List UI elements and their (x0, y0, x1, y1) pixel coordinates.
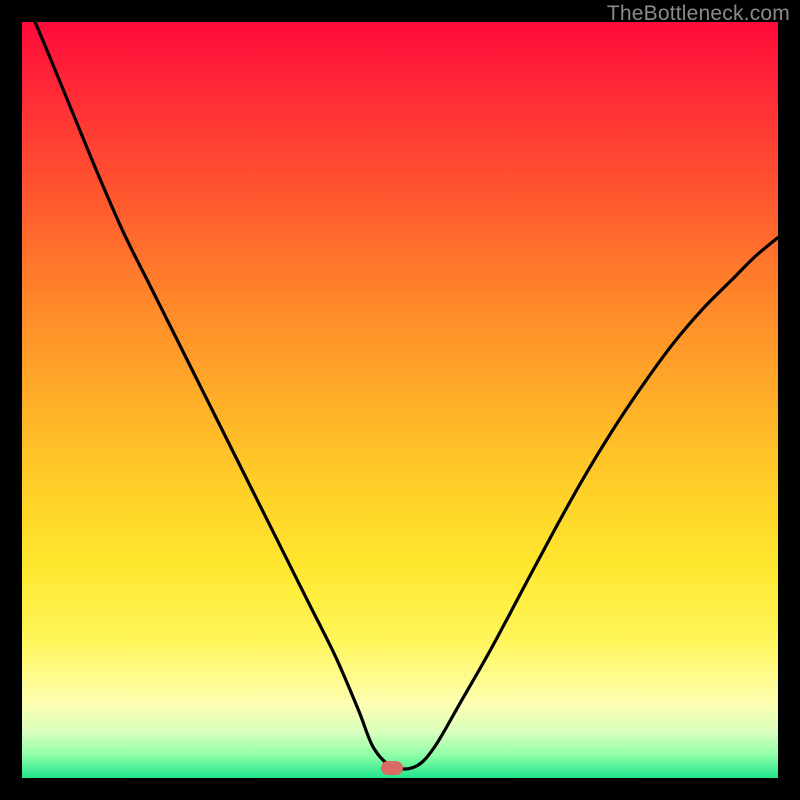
plot-area (22, 22, 778, 778)
optimal-point-marker (381, 761, 403, 775)
bottleneck-curve (22, 22, 778, 778)
chart-frame: TheBottleneck.com (0, 0, 800, 800)
